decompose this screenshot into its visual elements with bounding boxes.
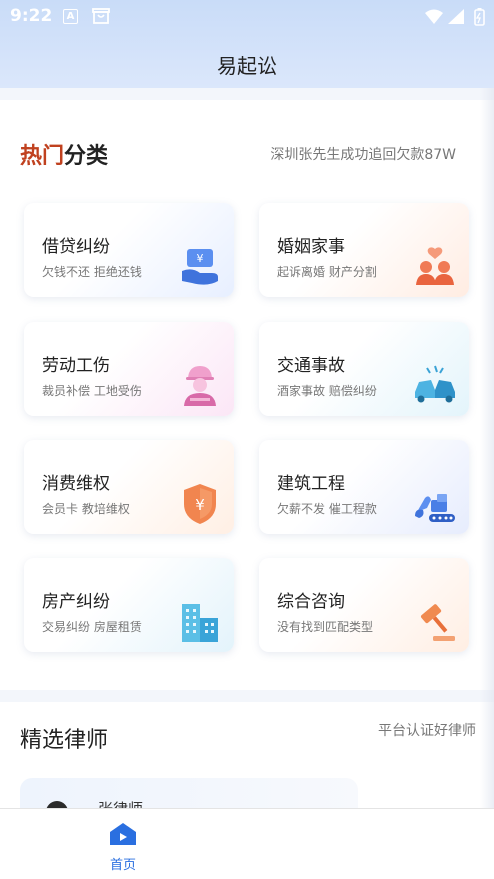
category-title: 建筑工程 <box>277 474 345 494</box>
bottom-tab-bar <box>0 808 494 879</box>
category-card-family[interactable]: 婚姻家事 起诉离婚 财产分割 <box>259 203 469 297</box>
categories-subtitle: 深圳张先生成功追回欠款87W <box>270 147 456 163</box>
category-title: 劳动工伤 <box>42 356 110 376</box>
page-title: 易起讼 <box>217 54 277 78</box>
category-desc: 交易纠纷 房屋租赁 <box>42 620 142 634</box>
category-title: 综合咨询 <box>277 592 345 612</box>
categories-heading-highlight: 热门 <box>20 144 65 169</box>
category-desc: 欠薪不发 催工程款 <box>277 502 377 516</box>
category-card-loan[interactable]: 借贷纠纷 欠钱不还 拒绝还钱 ¥ <box>24 203 234 297</box>
category-card-property[interactable]: 房产纠纷 交易纠纷 房屋租赁 <box>24 558 234 652</box>
lawyers-heading: 精选律师 <box>20 728 109 753</box>
category-desc: 没有找到匹配类型 <box>277 620 374 634</box>
categories-heading: 热门分类 <box>20 138 108 170</box>
excavator-icon <box>415 494 455 522</box>
category-card-consumer[interactable]: 消费维权 会员卡 教培维权 ¥ <box>24 440 234 534</box>
status-time: 9:22 <box>10 6 53 26</box>
category-card-construction[interactable]: 建筑工程 欠薪不发 催工程款 <box>259 440 469 534</box>
category-title: 交通事故 <box>277 356 345 376</box>
building-icon <box>182 604 218 642</box>
category-card-labor[interactable]: 劳动工伤 裁员补偿 工地受伤 <box>24 322 234 416</box>
tab-home-label: 首页 <box>109 858 136 873</box>
shopping-bag-icon <box>92 8 110 24</box>
home-play-icon <box>110 823 136 845</box>
lawyers-subtitle: 平台认证好律师 <box>378 723 476 739</box>
category-title: 婚姻家事 <box>277 237 345 257</box>
car-accident-icon <box>415 365 455 403</box>
svg-text:¥: ¥ <box>197 252 204 265</box>
category-card-traffic[interactable]: 交通事故 酒家事故 赔偿纠纷 <box>259 322 469 416</box>
tab-home[interactable]: 首页 <box>98 814 148 873</box>
a-notification-icon: A <box>63 9 78 24</box>
category-desc: 会员卡 教培维权 <box>42 502 130 516</box>
svg-text:¥: ¥ <box>195 496 205 514</box>
category-card-consult[interactable]: 综合咨询 没有找到匹配类型 <box>259 558 469 652</box>
category-desc: 欠钱不还 拒绝还钱 <box>42 265 142 279</box>
category-title: 消费维权 <box>42 474 110 494</box>
category-title: 借贷纠纷 <box>42 237 110 257</box>
gavel-icon <box>421 604 455 641</box>
shield-yuan-icon: ¥ <box>184 484 216 524</box>
signal-battery-icons <box>425 8 485 26</box>
category-desc: 裁员补偿 工地受伤 <box>42 384 142 398</box>
category-desc: 酒家事故 赔偿纠纷 <box>277 384 377 398</box>
category-title: 房产纠纷 <box>42 592 110 612</box>
worker-icon <box>184 366 216 406</box>
status-bar: 9:22 A <box>0 0 494 32</box>
category-desc: 起诉离婚 财产分割 <box>277 265 377 279</box>
family-icon <box>416 247 454 285</box>
categories-heading-rest: 分类 <box>64 144 109 169</box>
scroll-edge <box>480 88 494 808</box>
loan-icon: ¥ <box>182 249 218 285</box>
